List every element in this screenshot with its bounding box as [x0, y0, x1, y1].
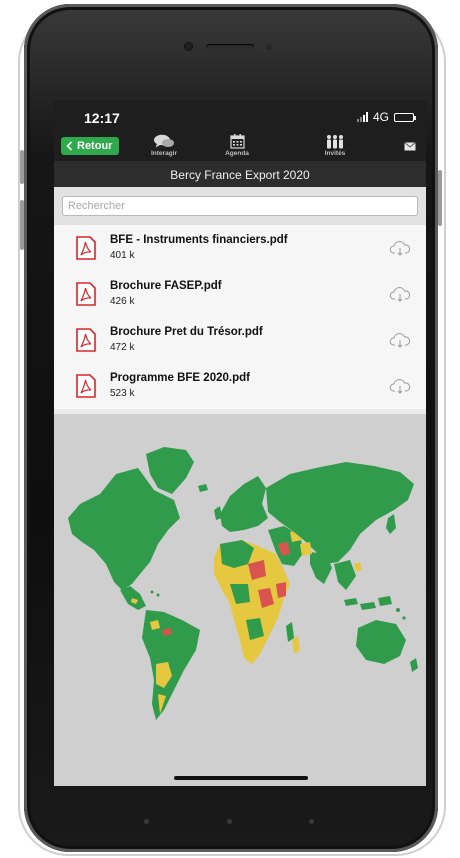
- file-name: Programme BFE 2020.pdf: [110, 372, 250, 384]
- toolbar-agenda-button[interactable]: Agenda: [212, 134, 262, 157]
- file-row[interactable]: Brochure Pret du Trésor.pdf 472 k: [54, 317, 426, 363]
- power-button: [438, 170, 442, 226]
- status-indicators: 4G: [356, 110, 416, 124]
- search-bar: [54, 187, 426, 225]
- world-map-graphic: [68, 447, 418, 720]
- people-icon: [327, 135, 343, 149]
- file-size: 523 k: [110, 388, 135, 399]
- file-size: 472 k: [110, 342, 135, 353]
- file-size: 426 k: [110, 296, 135, 307]
- file-row[interactable]: BFE - Instruments financiers.pdf 401 k: [54, 225, 426, 271]
- file-name: Brochure FASEP.pdf: [110, 280, 222, 292]
- front-camera: [184, 42, 193, 51]
- pdf-file-icon: [76, 374, 96, 398]
- mail-icon[interactable]: [404, 142, 416, 151]
- world-map: [54, 414, 426, 786]
- chat-bubbles-icon: [154, 134, 174, 148]
- cloud-download-icon[interactable]: [389, 332, 411, 348]
- back-button[interactable]: Retour: [61, 137, 120, 155]
- pdf-file-icon: [76, 282, 96, 306]
- signal-icon: [356, 112, 368, 122]
- file-size: 401 k: [110, 250, 135, 261]
- cloud-download-icon[interactable]: [389, 378, 411, 394]
- volume-down-button: [20, 200, 24, 250]
- search-input[interactable]: [62, 196, 418, 216]
- phone-screen: 12:17 4G Retour Interagir Agenda Invités…: [54, 100, 426, 786]
- toolbar-invites-button[interactable]: Invités: [310, 134, 360, 157]
- page-title: Bercy France Export 2020: [54, 162, 426, 187]
- calendar-icon: [229, 134, 245, 149]
- file-row[interactable]: Brochure FASEP.pdf 426 k: [54, 271, 426, 317]
- nav-dot: [144, 819, 149, 824]
- toolbar-item-label: Invités: [324, 150, 346, 157]
- pdf-file-icon: [76, 328, 96, 352]
- battery-icon: [394, 112, 416, 122]
- home-indicator[interactable]: [174, 776, 308, 780]
- earpiece-speaker: [206, 44, 254, 50]
- status-time: 12:17: [84, 110, 120, 126]
- file-row[interactable]: Programme BFE 2020.pdf 523 k: [54, 363, 426, 409]
- toolbar-item-label: Interagir: [150, 150, 177, 157]
- toolbar: Retour Interagir Agenda Invités: [54, 133, 426, 162]
- cloud-download-icon[interactable]: [389, 240, 411, 256]
- status-bar: 12:17 4G: [54, 100, 426, 133]
- back-button-label: Retour: [77, 140, 113, 152]
- file-list: BFE - Instruments financiers.pdf 401 k B…: [54, 225, 426, 409]
- proximity-sensor: [266, 44, 272, 50]
- cloud-download-icon[interactable]: [389, 286, 411, 302]
- toolbar-item-label: Agenda: [225, 150, 249, 157]
- chevron-left-icon: [66, 141, 73, 151]
- nav-dot: [309, 819, 314, 824]
- volume-button: [20, 150, 24, 184]
- toolbar-interagir-button[interactable]: Interagir: [139, 134, 189, 157]
- pdf-file-icon: [76, 236, 96, 260]
- network-label: 4G: [372, 110, 389, 124]
- nav-dot: [227, 819, 232, 824]
- file-name: BFE - Instruments financiers.pdf: [110, 234, 288, 246]
- file-name: Brochure Pret du Trésor.pdf: [110, 326, 263, 338]
